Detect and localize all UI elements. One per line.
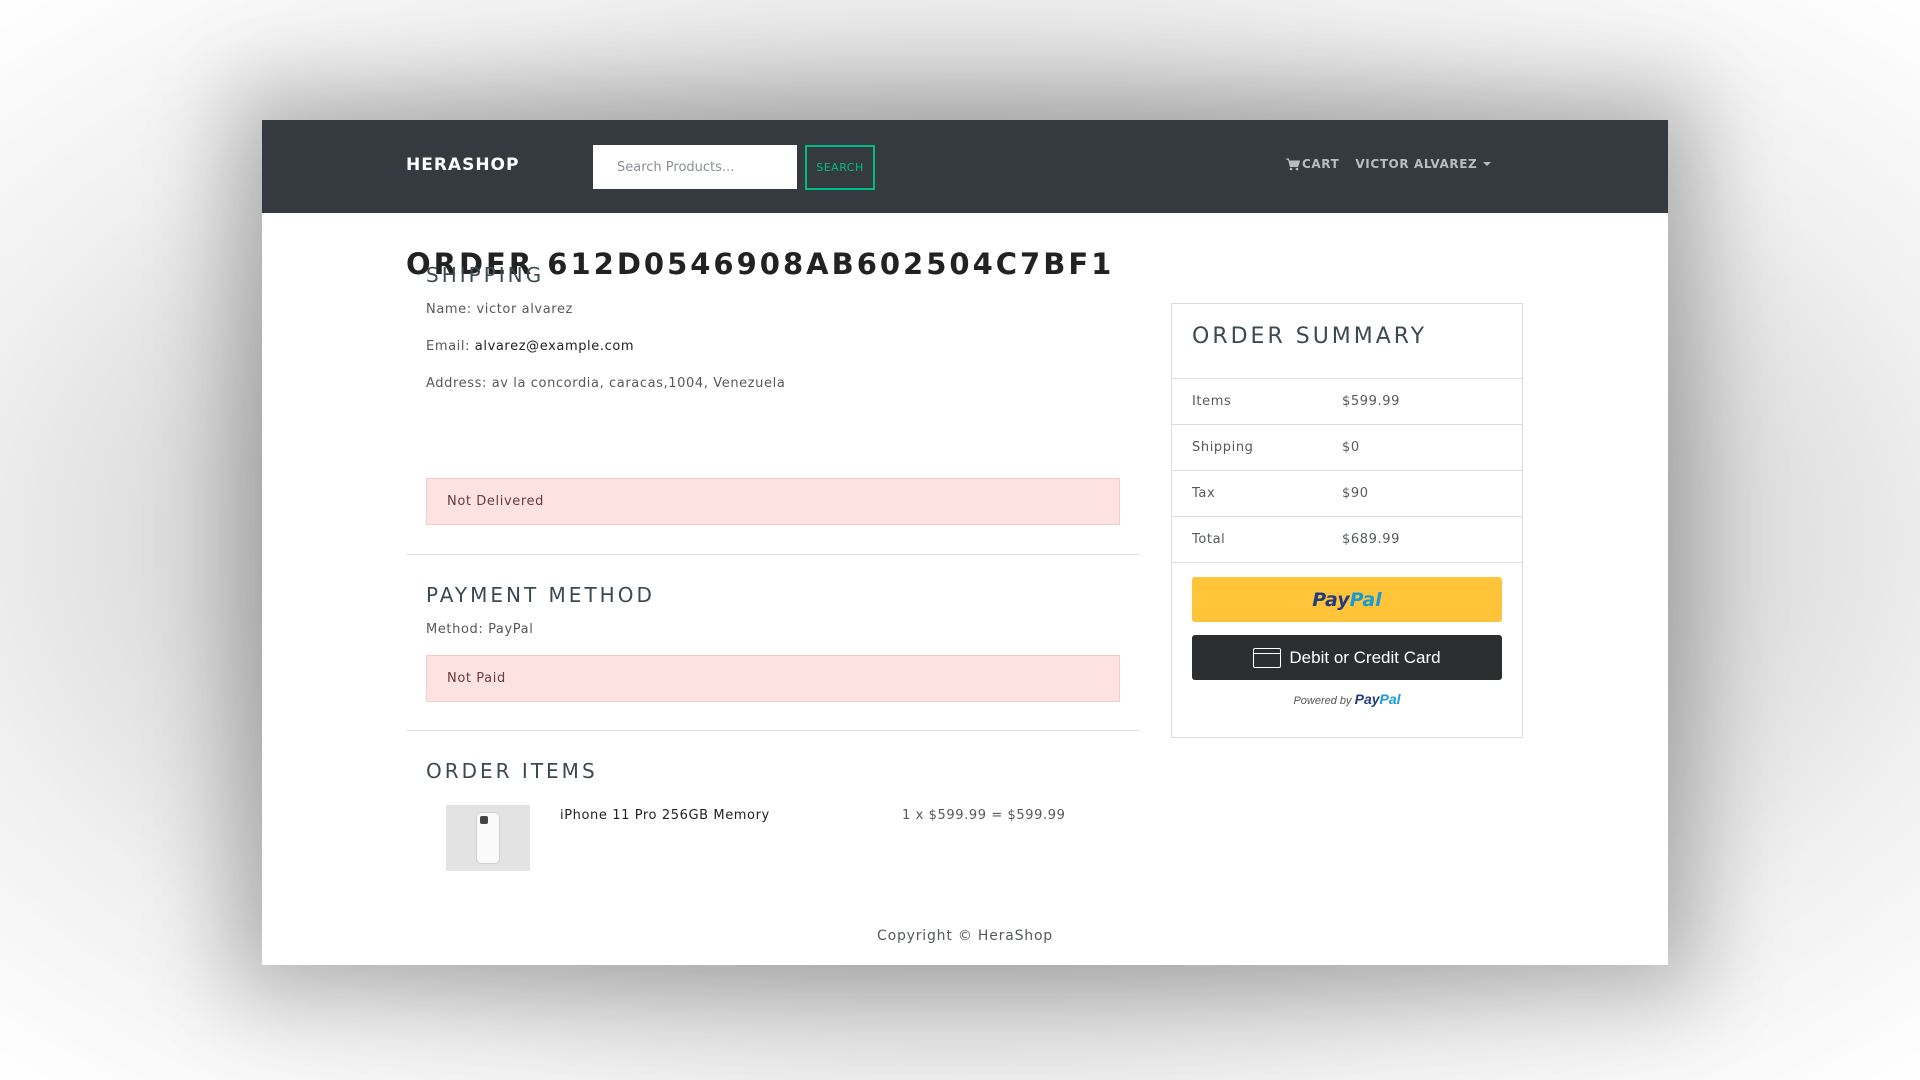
method-label: Method: — [426, 622, 484, 637]
cart-label: CART — [1302, 157, 1340, 171]
search-input[interactable] — [593, 145, 797, 189]
summary-value: $599.99 — [1342, 394, 1400, 409]
shopping-cart-icon — [1286, 158, 1300, 170]
debit-credit-card-button[interactable]: Debit or Credit Card — [1192, 635, 1502, 680]
credit-card-icon — [1253, 647, 1282, 668]
paypal-button[interactable]: Pay Pal — [1192, 577, 1502, 622]
email-label: Email: — [426, 339, 471, 354]
paypal-logo-small: PayPal — [1354, 691, 1401, 707]
section-divider — [406, 730, 1140, 731]
order-summary-heading: ORDER SUMMARY — [1172, 304, 1522, 379]
payment-heading: PAYMENT METHOD — [426, 583, 655, 607]
payment-method: Method: PayPal — [426, 622, 533, 637]
nav-right: CART VICTOR ALVAREZ — [1286, 157, 1492, 171]
delivery-status-text: Not Delivered — [447, 494, 544, 509]
summary-value: $90 — [1342, 486, 1369, 501]
delivery-status-alert: Not Delivered — [426, 478, 1120, 525]
address-value: av la concordia, caracas,1004, Venezuela — [491, 376, 786, 391]
method-value: PayPal — [488, 622, 534, 637]
powered-by-paypal: Powered by PayPal — [1172, 691, 1522, 707]
powered-by-text: Powered by — [1293, 695, 1352, 707]
shipping-name: Name: victor alvarez — [426, 302, 573, 317]
paypal-logo-pay: Pay — [1312, 588, 1350, 611]
shipping-email: Email: alvarez@example.com — [426, 339, 634, 354]
payment-status-text: Not Paid — [447, 671, 506, 686]
user-name: VICTOR ALVAREZ — [1355, 157, 1478, 171]
shipping-heading: SHIPPING — [426, 263, 545, 287]
name-value: victor alvarez — [476, 302, 573, 317]
section-divider — [406, 554, 1140, 555]
summary-row-total: Total $689.99 — [1172, 517, 1522, 563]
order-items-heading: ORDER ITEMS — [426, 759, 598, 783]
summary-label: Tax — [1192, 486, 1216, 501]
user-menu-dropdown[interactable]: VICTOR ALVAREZ — [1355, 157, 1492, 171]
email-link[interactable]: alvarez@example.com — [475, 339, 634, 354]
summary-value: $0 — [1342, 440, 1360, 455]
product-thumbnail[interactable] — [446, 805, 530, 871]
navbar: HERASHOP SEARCH CART VICTOR ALVAREZ — [262, 120, 1668, 213]
summary-label: Shipping — [1192, 440, 1254, 455]
card-button-label: Debit or Credit Card — [1289, 647, 1441, 667]
paypal-logo-pal: Pal — [1349, 588, 1382, 611]
summary-row-items: Items $599.99 — [1172, 379, 1522, 425]
order-summary-card: ORDER SUMMARY Items $599.99 Shipping $0 … — [1171, 303, 1523, 738]
product-name-link[interactable]: iPhone 11 Pro 256GB Memory — [560, 808, 770, 823]
search-button[interactable]: SEARCH — [805, 145, 875, 190]
phone-image — [476, 812, 500, 864]
browser-window: HERASHOP SEARCH CART VICTOR ALVAREZ ORDE… — [262, 120, 1668, 965]
footer-copyright: Copyright © HeraShop — [877, 928, 1053, 944]
summary-value: $689.99 — [1342, 532, 1400, 547]
summary-label: Total — [1192, 532, 1226, 547]
summary-row-tax: Tax $90 — [1172, 471, 1522, 517]
brand-logo[interactable]: HERASHOP — [406, 155, 519, 175]
payment-status-alert: Not Paid — [426, 655, 1120, 702]
name-label: Name: — [426, 302, 472, 317]
shipping-address: Address: av la concordia, caracas,1004, … — [426, 376, 785, 391]
cart-link[interactable]: CART — [1286, 157, 1339, 171]
address-label: Address: — [426, 376, 487, 391]
product-price-calc: 1 x $599.99 = $599.99 — [902, 808, 1066, 823]
caret-down-icon — [1483, 162, 1492, 166]
summary-label: Items — [1192, 394, 1232, 409]
summary-row-shipping: Shipping $0 — [1172, 425, 1522, 471]
